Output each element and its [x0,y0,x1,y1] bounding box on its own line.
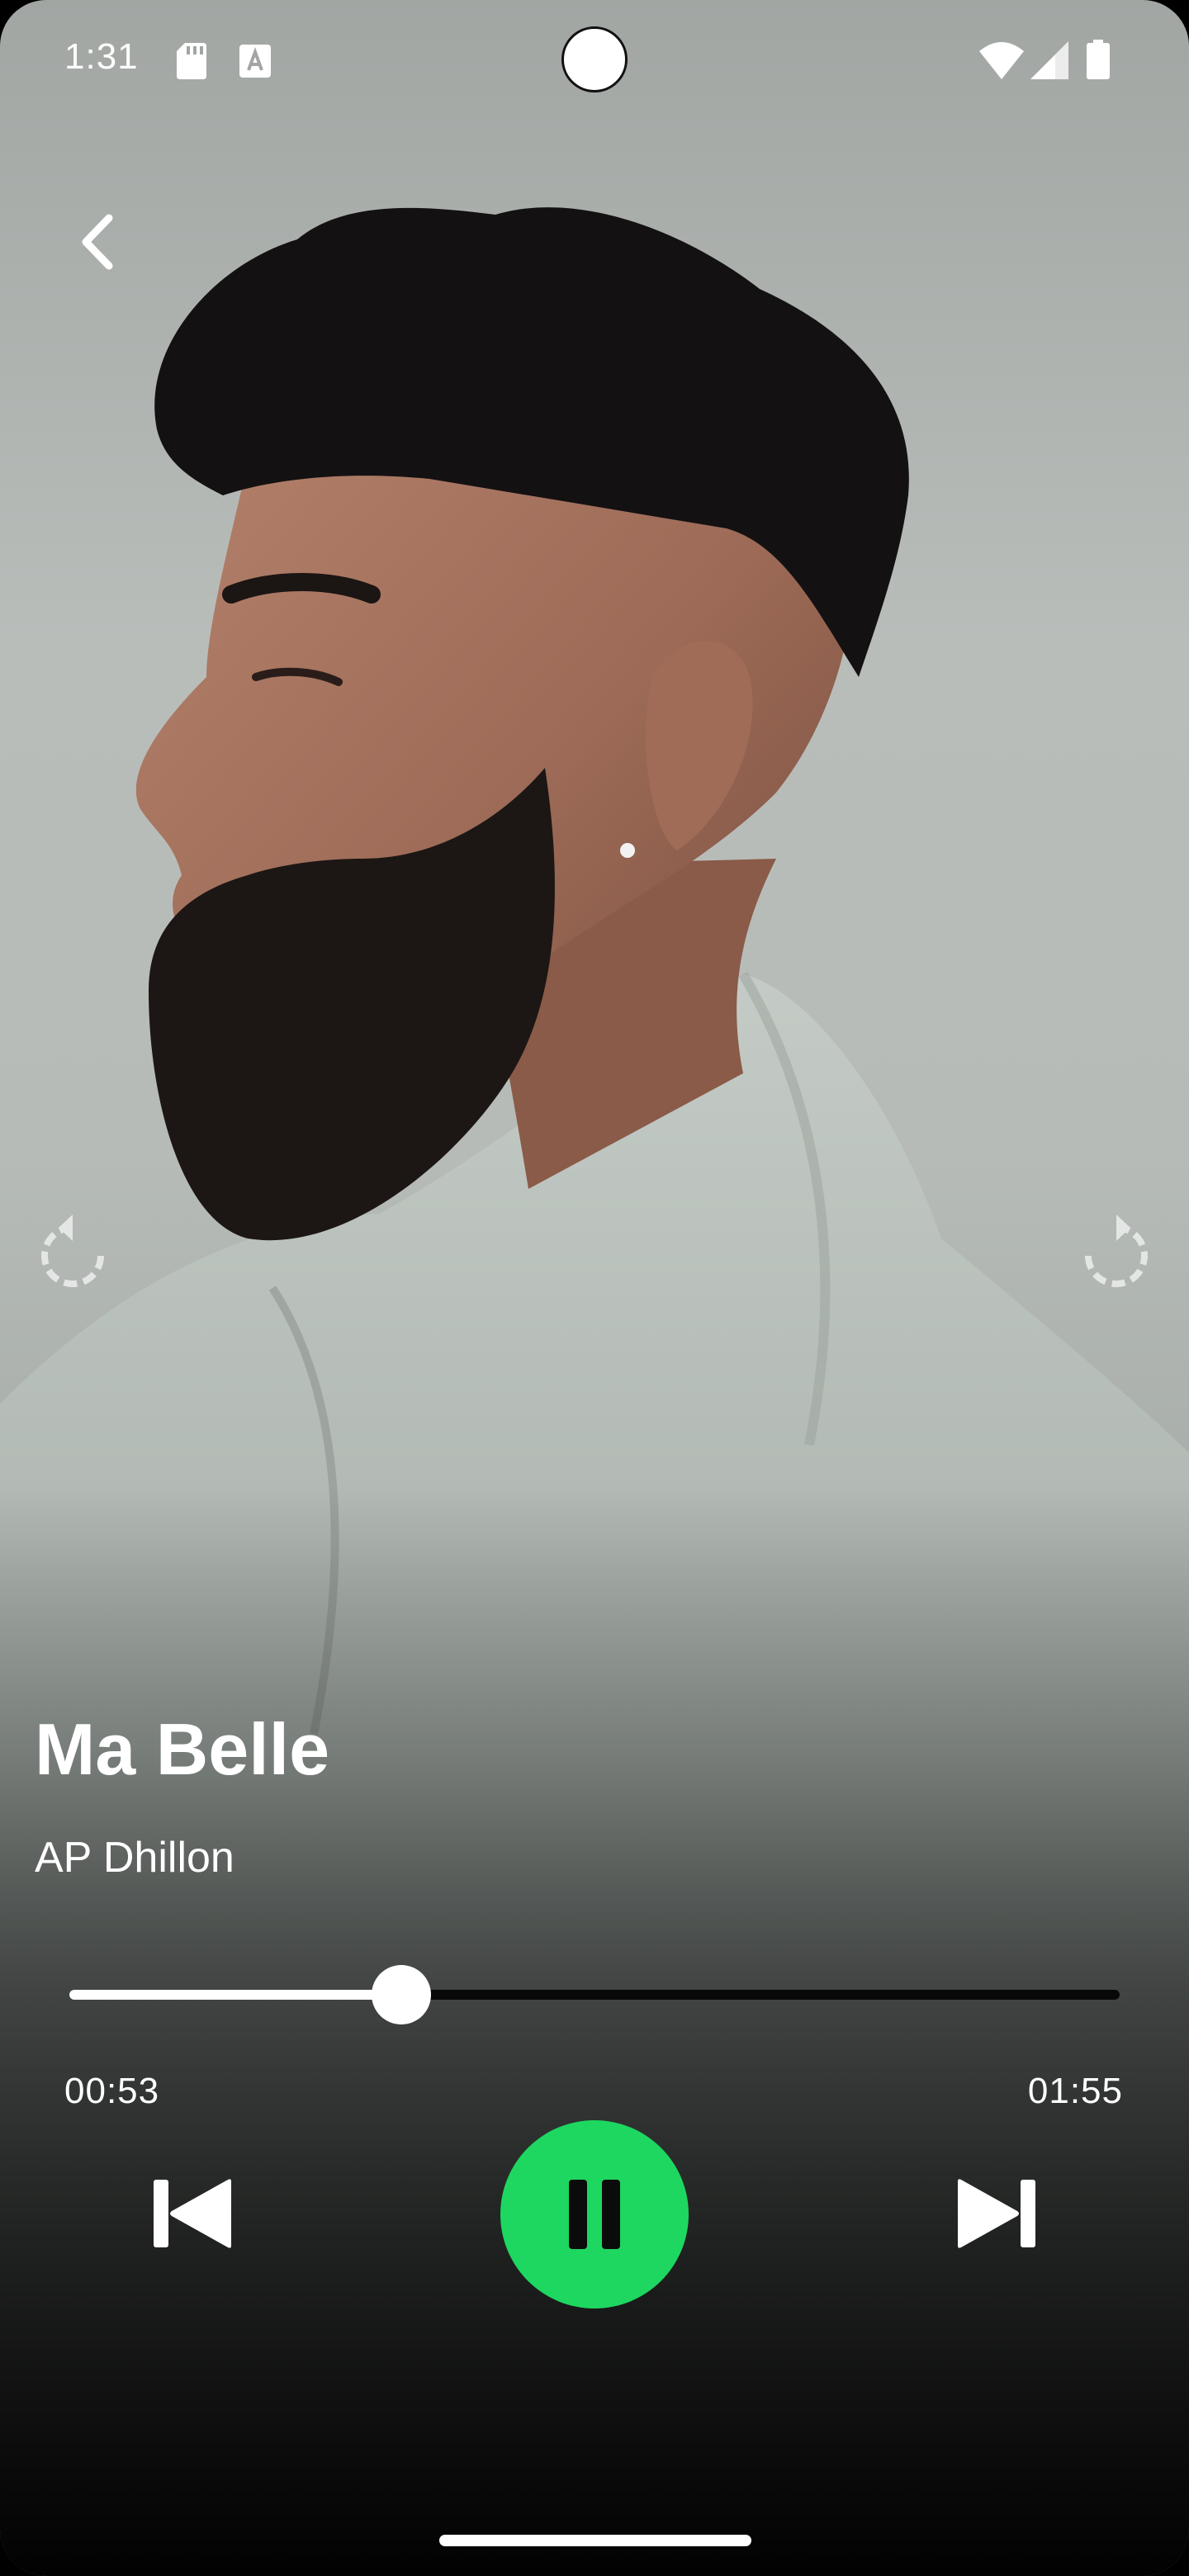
skip-next-icon [958,2179,1035,2248]
song-title: Ma Belle [35,1708,330,1790]
previous-track-button[interactable] [142,2168,241,2259]
skip-previous-icon [154,2179,231,2248]
status-time: 1:31 [64,36,139,77]
total-time: 01:55 [1027,2071,1123,2111]
music-player-screen: 1:31 Ma Belle AP Dhillon 00:53 01:55 [0,0,1189,2576]
cellular-signal-icon [1030,41,1068,79]
elapsed-time: 00:53 [64,2071,160,2111]
camera-cutout [561,26,628,92]
rewind-button[interactable] [31,1204,114,1295]
sd-card-icon [177,43,206,79]
next-track-button[interactable] [948,2168,1047,2259]
play-pause-button[interactable] [500,2120,689,2308]
forward-button[interactable] [1075,1204,1158,1295]
status-bar: 1:31 [0,0,1189,124]
wifi-icon [979,42,1024,79]
chevron-left-icon [82,214,113,270]
text-a-icon [239,45,271,78]
pause-icon [569,2180,620,2249]
replay-icon [41,1215,104,1287]
seek-bar[interactable] [69,1965,1120,2024]
home-indicator[interactable] [439,2535,751,2546]
forward-icon [1085,1215,1148,1287]
battery-icon [1087,40,1110,79]
seek-thumb[interactable] [371,1965,431,2024]
seek-progress [69,1990,401,2000]
back-button[interactable] [64,205,130,279]
artist-name: AP Dhillon [35,1834,234,1882]
